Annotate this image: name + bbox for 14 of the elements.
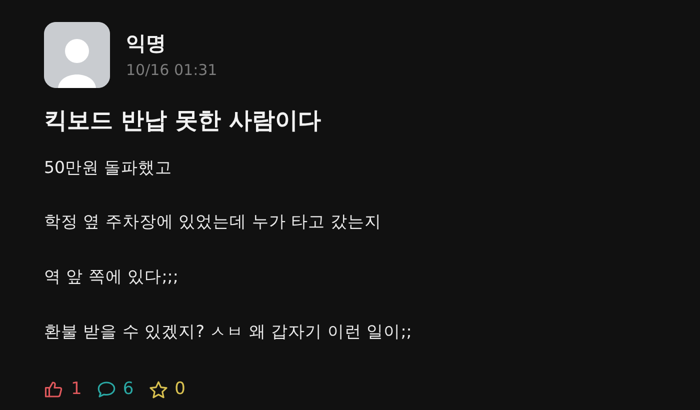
post-date: 10/16 01:31 bbox=[126, 61, 218, 79]
star-icon[interactable] bbox=[148, 379, 169, 400]
thumbs-up-icon[interactable] bbox=[44, 379, 65, 400]
count-label: 0 bbox=[174, 378, 186, 401]
post-paragraph: 환불 받을 수 있겠지? ㅅㅂ 왜 갑자기 이런 일이;; bbox=[44, 322, 413, 342]
speech-bubble-icon[interactable] bbox=[96, 379, 117, 400]
post-paragraph: 학정 옆 주차장에 있었는데 누가 타고 갔는지 bbox=[44, 212, 382, 232]
author-name: 익명 bbox=[126, 31, 167, 55]
post-paragraph: 역 앞 쪽에 있다;;; bbox=[44, 267, 180, 287]
post-title: 킥보드 반납 못한 사람이다 bbox=[44, 108, 322, 136]
count-label: 1 bbox=[71, 378, 82, 401]
post-paragraph: 50만원 돌파했고 bbox=[44, 158, 174, 178]
count-label: 6 bbox=[122, 378, 134, 401]
avatar-icon bbox=[44, 22, 110, 88]
